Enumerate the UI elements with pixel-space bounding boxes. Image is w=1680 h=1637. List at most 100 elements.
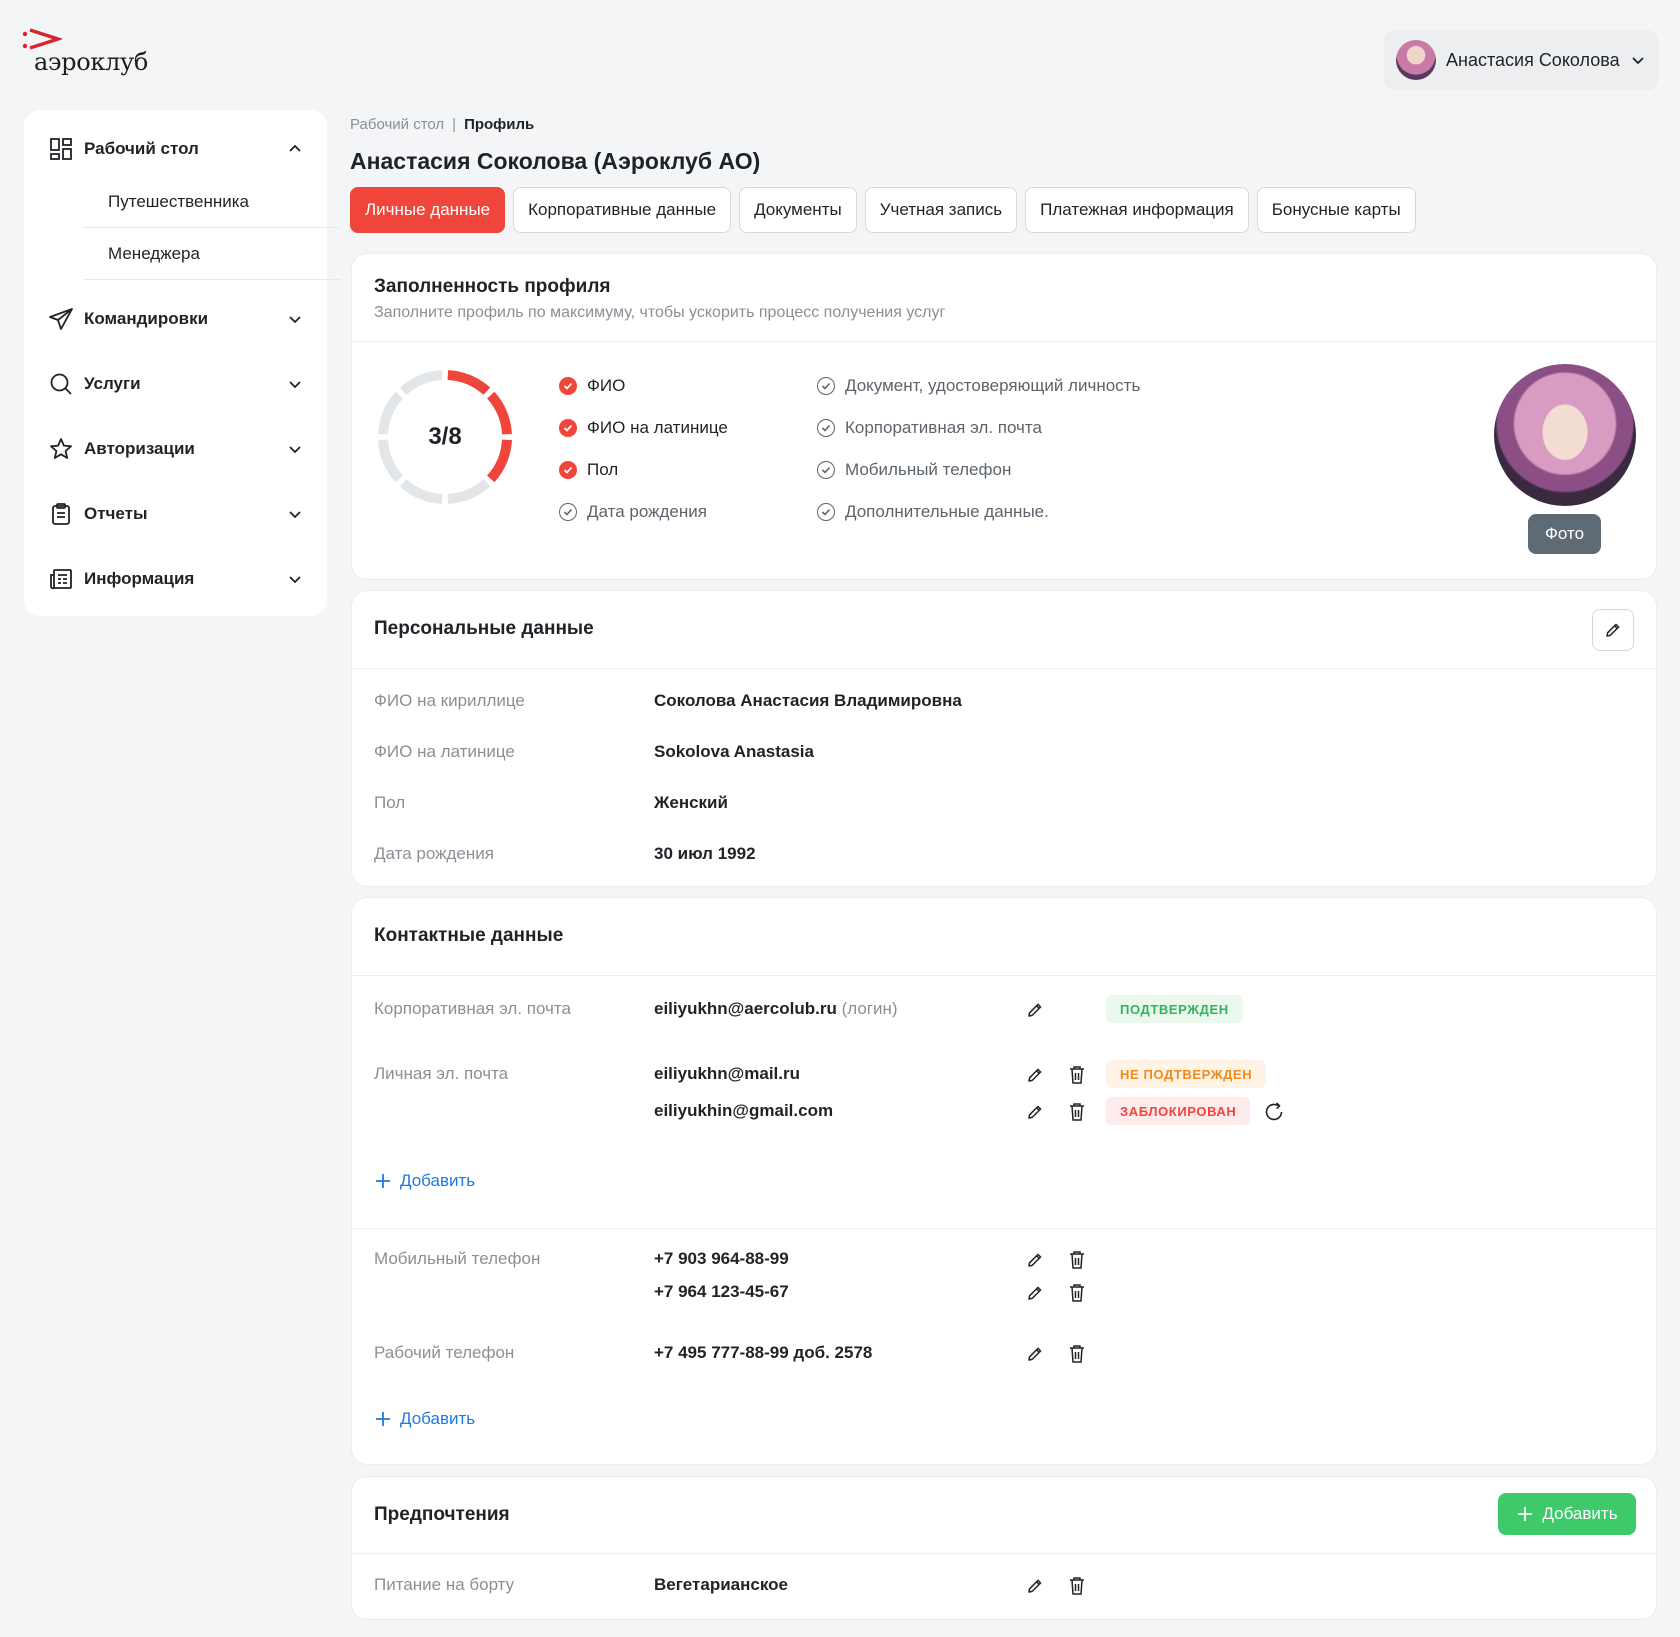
delete-button[interactable] (1066, 1343, 1088, 1365)
check-outline-icon (817, 461, 835, 479)
tab-account[interactable]: Учетная запись (864, 187, 1018, 233)
breadcrumb-current: Профиль (464, 116, 535, 133)
check-item-birthdate: Дата рождения (559, 502, 707, 522)
card-title: Контактные данные (374, 925, 564, 946)
breadcrumb-home[interactable]: Рабочий стол (350, 116, 444, 133)
add-preference-button[interactable]: Добавить (1498, 1493, 1636, 1535)
refresh-icon (1265, 1102, 1283, 1121)
plus-icon (376, 1174, 390, 1188)
chevron-down-icon (289, 511, 301, 519)
sidebar-item-services[interactable]: Услуги (48, 367, 303, 401)
check-item-mobile: Мобильный телефон (817, 460, 1011, 480)
field-value: 30 июл 1992 (654, 844, 756, 863)
trash-icon (1070, 1284, 1084, 1302)
clipboard-icon (48, 501, 74, 527)
star-icon (48, 436, 74, 462)
check-outline-icon (817, 377, 835, 395)
chevron-down-icon (289, 316, 301, 324)
user-name: Анастасия Соколова (1446, 49, 1620, 70)
sidebar-item-label: Авторизации (84, 439, 195, 458)
edit-button[interactable] (1024, 1101, 1046, 1123)
field-value: +7 903 964-88-99 (654, 1249, 789, 1268)
chevron-down-icon (289, 446, 301, 454)
pencil-icon (1028, 1003, 1042, 1017)
brand-logo[interactable]: аэроклуб (22, 28, 152, 78)
sidebar-item-reports[interactable]: Отчеты (48, 497, 303, 531)
sidebar-item-label: Услуги (84, 374, 141, 393)
delete-button[interactable] (1066, 1575, 1088, 1597)
sidebar-item-label: Отчеты (84, 504, 148, 523)
field-label: Питание на борту (374, 1575, 515, 1594)
delete-button[interactable] (1066, 1064, 1088, 1086)
tab-payment[interactable]: Платежная информация (1025, 187, 1249, 233)
delete-button[interactable] (1066, 1249, 1088, 1271)
pencil-icon (1028, 1286, 1042, 1300)
sidebar-item-dashboard[interactable]: Рабочий стол (48, 132, 303, 166)
chevron-up-icon (289, 144, 301, 152)
field-label: Дата рождения (374, 844, 494, 863)
add-email-link[interactable]: Добавить (374, 1171, 475, 1191)
avatar (1396, 40, 1436, 80)
preferences-card: Предпочтения Добавить Питание на борту В… (351, 1476, 1657, 1620)
edit-personal-button[interactable] (1592, 609, 1634, 651)
trash-icon (1070, 1577, 1084, 1595)
sidebar-item-information[interactable]: Информация (48, 562, 303, 596)
pencil-icon (1606, 623, 1620, 637)
field-label: ФИО на латинице (374, 742, 515, 761)
add-phone-link[interactable]: Добавить (374, 1409, 475, 1429)
photo-button[interactable]: Фото (1528, 514, 1601, 554)
tab-corporate[interactable]: Корпоративные данные (513, 187, 732, 233)
edit-button[interactable] (1024, 1282, 1046, 1304)
field-value: +7 495 777-88-99 доб. 2578 (654, 1343, 873, 1362)
check-item-corp-email: Корпоративная эл. почта (817, 418, 1042, 438)
check-filled-icon (559, 461, 577, 479)
field-label: Личная эл. почта (374, 1064, 509, 1083)
check-filled-icon (559, 419, 577, 437)
check-item-id-document: Документ, удостоверяющий личность (817, 376, 1140, 396)
edit-button[interactable] (1024, 1064, 1046, 1086)
resend-button[interactable] (1263, 1101, 1285, 1123)
breadcrumb-separator: | (452, 116, 457, 133)
field-value: Sokolova Anastasia (654, 742, 814, 761)
sidebar-subitem-traveler[interactable]: Путешественника (84, 176, 341, 228)
personal-data-card: Персональные данные ФИО на кириллице Сок… (351, 590, 1657, 887)
sidebar-item-label: Информация (84, 569, 195, 588)
field-value: eiliyukhn@mail.ru (654, 1064, 801, 1083)
sidebar: Рабочий стол Путешественника Менеджера К… (24, 110, 341, 616)
chevron-down-icon (1632, 57, 1644, 65)
contacts-card: Контактные данные Корпоративная эл. почт… (351, 897, 1657, 1465)
trash-icon (1070, 1251, 1084, 1269)
sidebar-item-authorizations[interactable]: Авторизации (48, 432, 303, 466)
status-badge: ЗАБЛОКИРОВАН (1106, 1097, 1251, 1125)
user-menu[interactable]: Анастасия Соколова (1384, 30, 1658, 90)
check-filled-icon (559, 377, 577, 395)
paper-plane-icon (48, 306, 74, 332)
sidebar-subitem-manager[interactable]: Менеджера (84, 228, 341, 280)
divider (352, 1553, 1656, 1554)
profile-tabs: Личные данные Корпоративные данные Докум… (350, 187, 1416, 233)
tab-documents[interactable]: Документы (739, 187, 857, 233)
divider (352, 668, 1656, 669)
pencil-icon (1028, 1253, 1042, 1267)
field-label: Корпоративная эл. почта (374, 999, 571, 1018)
edit-button[interactable] (1024, 1249, 1046, 1271)
page-title: Анастасия Соколова (Аэроклуб АО) (350, 148, 761, 174)
edit-button[interactable] (1024, 999, 1046, 1021)
check-outline-icon (817, 419, 835, 437)
newspaper-icon (48, 566, 74, 592)
tab-bonus-cards[interactable]: Бонусные карты (1256, 187, 1416, 233)
edit-button[interactable] (1024, 1575, 1046, 1597)
field-label: ФИО на кириллице (374, 691, 525, 710)
card-title: Предпочтения (374, 1504, 510, 1525)
sidebar-item-trips[interactable]: Командировки (48, 302, 303, 336)
chevron-down-icon (289, 576, 301, 584)
tab-personal[interactable]: Личные данные (350, 187, 506, 233)
status-badge: ПОДТВЕРЖДЕН (1106, 995, 1243, 1023)
check-item-additional: Дополнительные данные. (817, 502, 1049, 522)
field-value: Вегетарианское (654, 1575, 788, 1594)
delete-button[interactable] (1066, 1282, 1088, 1304)
plus-icon (376, 1412, 390, 1426)
logo-text: аэроклуб (34, 48, 148, 76)
delete-button[interactable] (1066, 1101, 1088, 1123)
edit-button[interactable] (1024, 1343, 1046, 1365)
